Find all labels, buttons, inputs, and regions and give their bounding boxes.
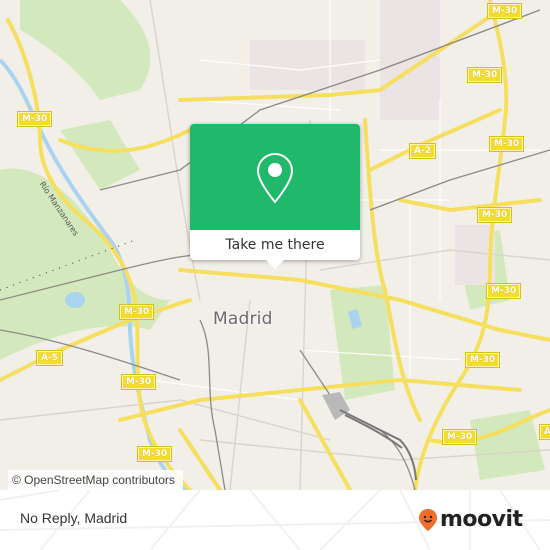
district-north: [250, 40, 365, 90]
road-shield: A: [539, 424, 550, 440]
road-shield: M-30: [441, 429, 478, 445]
park-west: [60, 120, 140, 190]
road-shield: M-30: [486, 3, 523, 19]
road-southwest: [178, 428, 222, 490]
road-shield: M-30: [485, 283, 522, 299]
moovit-brand[interactable]: moovit: [418, 508, 523, 532]
park-bottom-right: [470, 410, 545, 480]
road-shield: M-30: [118, 304, 155, 320]
location-popup: Take me there: [190, 124, 360, 269]
road-shield: M-30: [476, 207, 513, 223]
lake-casa-de-campo: [65, 292, 85, 308]
road-shield: A-2: [409, 143, 436, 159]
moovit-smiley-pin-icon: [419, 509, 437, 531]
map-view[interactable]: M-30 M-30 M-30 M-30 A-2 M-30 M-30 M-30 M…: [0, 0, 550, 490]
brand-name: moovit: [440, 507, 523, 532]
park-north-west: [20, 0, 151, 100]
popup-header: [190, 124, 360, 230]
road-shield: M-30: [120, 374, 157, 390]
road-shield: M-30: [464, 352, 501, 368]
district-northeast: [380, 0, 440, 120]
map-pin-icon: [256, 152, 294, 204]
take-me-there-button[interactable]: Take me there: [190, 230, 360, 260]
city-label: Madrid: [213, 309, 273, 329]
road-shield: M-30: [16, 111, 53, 127]
popup-pointer: [266, 260, 284, 269]
road-shield: M-30: [466, 67, 503, 83]
footer-bar: No Reply, Madrid moovit: [0, 490, 550, 550]
road-shield: M-30: [488, 136, 525, 152]
road-shield: A-5: [36, 350, 63, 366]
road-east-1: [398, 198, 542, 213]
map-attribution[interactable]: © OpenStreetMap contributors: [8, 470, 183, 490]
place-name: No Reply, Madrid: [20, 510, 128, 526]
road-shield: M-30: [136, 446, 173, 462]
